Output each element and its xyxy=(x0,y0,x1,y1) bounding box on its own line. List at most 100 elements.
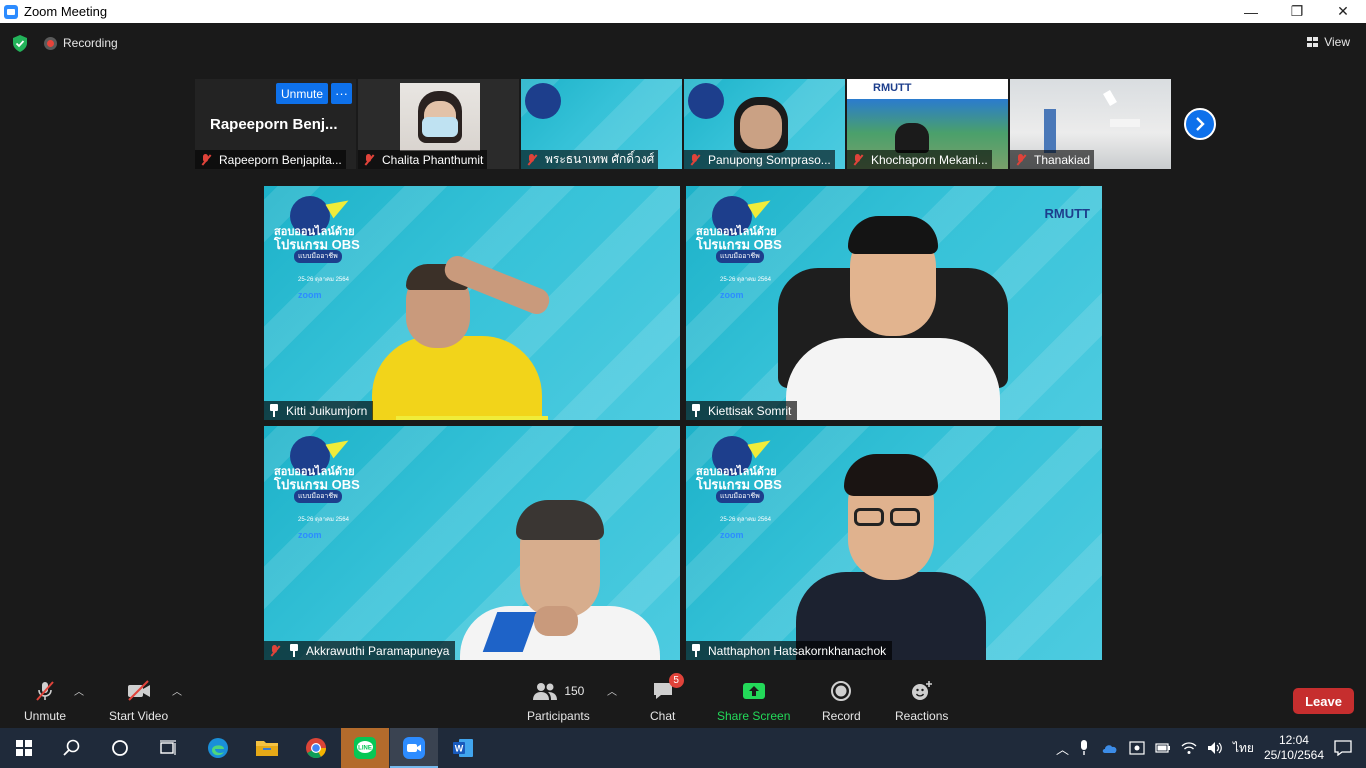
video-tile[interactable]: สอบออนไลน์ด้วย โปรแกรม OBS แบบมืออาชีพ 2… xyxy=(686,426,1102,660)
cortana-icon xyxy=(112,740,128,756)
participant-thumbnail[interactable]: RMUTT Khochaporn Mekani... xyxy=(847,79,1008,169)
view-label: View xyxy=(1324,35,1350,49)
participants-count: 150 xyxy=(564,684,585,698)
muted-mic-icon xyxy=(199,153,213,167)
start-button[interactable] xyxy=(0,728,48,768)
share-screen-icon xyxy=(742,683,765,699)
participant-name-tag: พระธนาเทพ ศักดิ์วงศ์ xyxy=(521,150,659,169)
participant-name-tag: Panupong Somprasо... xyxy=(684,150,835,169)
banner-dates: 25-26 ตุลาคม 2564 xyxy=(298,277,349,283)
meeting-toolbar: Unmute ︿ Start Video ︿ 150 Participants … xyxy=(0,673,1366,728)
banner-line3: แบบมืออาชีพ xyxy=(716,490,764,503)
start-video-label: Start Video xyxy=(109,709,169,723)
taskbar-clock[interactable]: 12:04 25/10/2564 xyxy=(1264,733,1324,763)
recording-label: Recording xyxy=(63,36,118,50)
participant-name-tag: Rapeeporn Benjapita... xyxy=(195,150,346,169)
taskbar-word[interactable]: W xyxy=(439,728,487,768)
video-feed xyxy=(400,83,480,151)
windows-taskbar: LINE W ︿ ไทย 12:04 25/10/2564 xyxy=(0,728,1366,768)
participant-thumbnail[interactable]: Chalita Phanthumit xyxy=(358,79,519,169)
unmute-button[interactable]: Unmute xyxy=(276,83,329,104)
participant-strip: Unmute ··· Rapeeporn Benj... Rapeeporn B… xyxy=(195,79,1171,169)
participant-thumbnail[interactable]: พระธนาเทพ ศักดิ์วงศ์ xyxy=(521,79,682,169)
video-tile[interactable]: สอบออนไลน์ด้วย โปรแกรม OBS แบบมืออาชีพ 2… xyxy=(264,426,680,660)
audio-options-caret[interactable]: ︿ xyxy=(74,683,84,698)
participant-name-tag: Kiettisak Somrit xyxy=(686,401,798,420)
record-button[interactable]: Record xyxy=(822,679,861,723)
participant-thumbnail[interactable]: Thanakiad xyxy=(1010,79,1171,169)
cortana-button[interactable] xyxy=(96,728,144,768)
chat-unread-badge: 5 xyxy=(668,673,684,688)
battery-icon[interactable] xyxy=(1155,742,1171,754)
obs-banner: สอบออนไลน์ด้วย โปรแกรม OBS แบบมืออาชีพ 2… xyxy=(694,433,804,544)
line-app-icon: LINE xyxy=(354,737,376,759)
active-speaker-indicator xyxy=(396,416,548,420)
zoom-app-icon xyxy=(4,4,18,19)
record-label: Record xyxy=(822,709,861,723)
task-view-button[interactable] xyxy=(144,728,192,768)
participants-button[interactable]: 150 Participants xyxy=(527,679,590,723)
chat-button[interactable]: 5 Chat xyxy=(650,673,684,723)
windows-logo-icon xyxy=(16,740,32,756)
svg-text:LINE: LINE xyxy=(358,746,372,752)
share-screen-button[interactable]: Share Screen xyxy=(717,679,790,723)
participant-name-tag: Thanakiad xyxy=(1010,150,1095,169)
participant-video xyxy=(364,252,554,420)
chat-label: Chat xyxy=(650,709,676,723)
system-tray: ︿ ไทย 12:04 25/10/2564 xyxy=(1056,728,1366,768)
taskbar-chrome[interactable] xyxy=(292,728,340,768)
word-icon: W xyxy=(453,739,473,757)
view-button[interactable]: View xyxy=(1307,35,1350,49)
leave-button[interactable]: Leave xyxy=(1293,688,1354,714)
participant-name: Rapeeporn Benjapita... xyxy=(219,152,342,167)
restore-button[interactable]: ❐ xyxy=(1274,0,1320,23)
volume-icon[interactable] xyxy=(1207,741,1223,755)
video-tile[interactable]: สอบออนไลน์ด้วย โปรแกรม OBS แบบมืออาชีพ 2… xyxy=(686,186,1102,420)
notification-icon[interactable] xyxy=(1334,740,1352,756)
participant-name: Panupong Somprasо... xyxy=(708,152,831,167)
participants-label: Participants xyxy=(527,709,590,723)
participant-name: Akkrawuthi Paramapuneya xyxy=(306,643,450,658)
participant-thumbnail[interactable]: Panupong Somprasо... xyxy=(684,79,845,169)
window-titlebar: Zoom Meeting — ❐ ✕ xyxy=(0,0,1366,23)
recording-indicator[interactable]: Recording xyxy=(44,36,118,50)
next-page-button[interactable] xyxy=(1184,108,1216,140)
close-button[interactable]: ✕ xyxy=(1320,0,1366,23)
clock-time: 12:04 xyxy=(1278,733,1309,747)
participant-name: Thanakiad xyxy=(1034,152,1091,167)
muted-mic-icon xyxy=(362,153,376,167)
minimize-button[interactable]: — xyxy=(1228,0,1274,23)
edge-browser-icon xyxy=(208,738,228,758)
unmute-toolbar-button[interactable]: Unmute xyxy=(24,679,66,723)
pin-icon xyxy=(268,404,280,417)
taskbar-zoom[interactable] xyxy=(390,728,438,768)
task-view-icon xyxy=(160,740,176,755)
folder-icon xyxy=(256,741,278,756)
participant-name-tag: Chalita Phanthumit xyxy=(358,150,488,169)
show-hidden-icons-caret[interactable]: ︿ xyxy=(1056,739,1069,758)
microphone-tray-icon[interactable] xyxy=(1079,740,1089,756)
taskbar-edge[interactable] xyxy=(194,728,242,768)
participant-thumbnail[interactable]: Unmute ··· Rapeeporn Benj... Rapeeporn B… xyxy=(195,79,356,169)
taskbar-line[interactable]: LINE xyxy=(341,728,389,768)
participant-name-tag: Akkrawuthi Paramapuneya xyxy=(264,641,456,660)
search-button[interactable] xyxy=(48,728,96,768)
zoom-app-icon xyxy=(403,737,425,759)
input-language-indicator[interactable]: ไทย xyxy=(1233,739,1254,758)
start-video-button[interactable]: Start Video xyxy=(109,679,168,723)
participant-video xyxy=(460,496,660,660)
participant-name: Natthaphon Hatsakornkhanachok xyxy=(708,643,887,658)
muted-mic-icon xyxy=(268,644,282,658)
participant-name: Kitti Juikumjorn xyxy=(286,403,368,418)
more-options-button[interactable]: ··· xyxy=(331,83,352,104)
video-options-caret[interactable]: ︿ xyxy=(172,683,182,698)
onedrive-icon[interactable] xyxy=(1101,742,1119,754)
wifi-icon[interactable] xyxy=(1181,741,1197,755)
shield-icon[interactable] xyxy=(12,35,28,52)
network-settings-icon[interactable] xyxy=(1129,741,1145,755)
reactions-button[interactable]: Reactions xyxy=(895,679,948,723)
taskbar-file-explorer[interactable] xyxy=(243,728,291,768)
video-tile[interactable]: สอบออนไลน์ด้วย โปรแกรม OBS แบบมืออาชีพ 2… xyxy=(264,186,680,420)
participant-name-tag: Kitti Juikumjorn xyxy=(264,401,374,420)
participants-options-caret[interactable]: ︿ xyxy=(607,683,617,698)
